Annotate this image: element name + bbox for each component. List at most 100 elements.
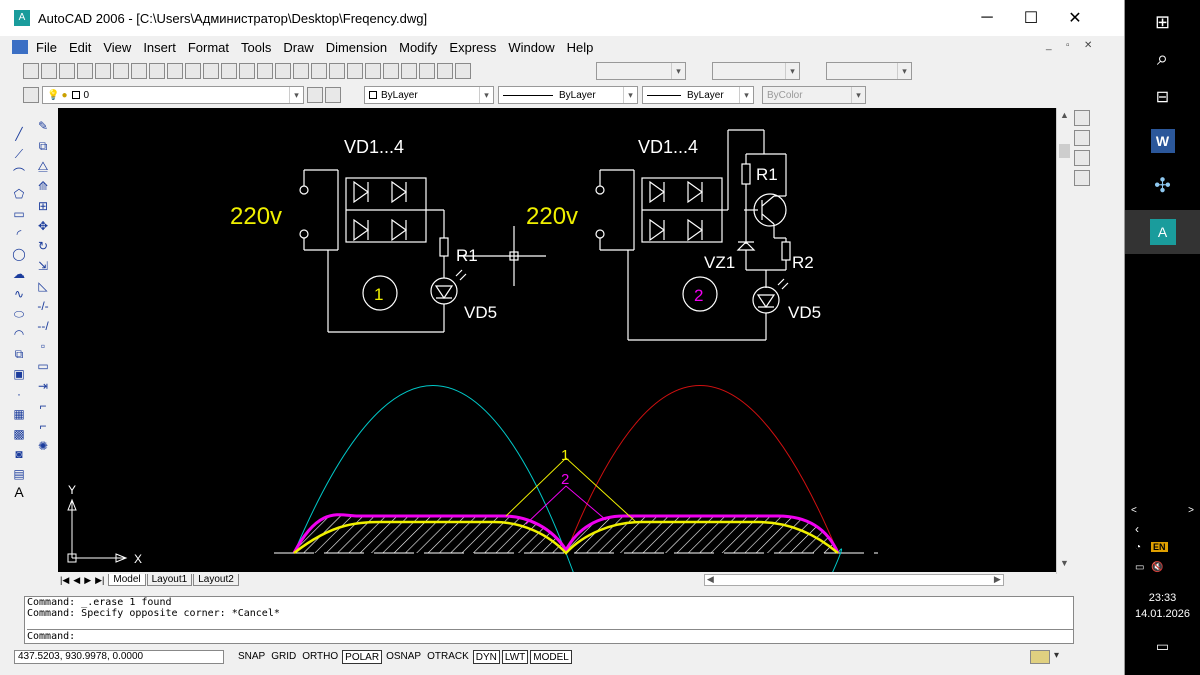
line-icon[interactable]: ╱ <box>10 125 28 143</box>
status-menu-icon[interactable]: ▾ <box>1054 650 1059 661</box>
insert-block-icon[interactable]: ⧉ <box>10 345 28 363</box>
polygon-icon[interactable]: ⬠ <box>10 185 28 203</box>
polar-toggle[interactable]: POLAR <box>342 650 383 664</box>
block-editor-icon[interactable] <box>203 63 219 79</box>
sheet-set-icon[interactable] <box>383 63 399 79</box>
markup-icon[interactable] <box>401 63 417 79</box>
menu-modify[interactable]: Modify <box>393 40 443 55</box>
tool-palettes-icon[interactable] <box>365 63 381 79</box>
ellipse-icon[interactable]: ⬭ <box>10 305 28 323</box>
chamfer-icon[interactable]: ⌐ <box>34 397 52 415</box>
battery-icon[interactable]: ▭ <box>1135 562 1144 573</box>
color-combo[interactable]: ByLayer ▾ <box>364 86 494 104</box>
wifi-icon[interactable]: ◔ <box>1135 542 1141 553</box>
start-icon[interactable]: ⊞ <box>1125 10 1200 34</box>
scale-icon[interactable]: ⇲ <box>34 257 52 275</box>
dyn-toggle[interactable]: DYN <box>472 650 500 664</box>
tab-layout1[interactable]: Layout1 <box>146 574 193 586</box>
explode-icon[interactable]: ✺ <box>34 437 52 455</box>
layer-previous-icon[interactable] <box>325 87 341 103</box>
join-icon[interactable]: ⇥ <box>34 377 52 395</box>
tab-model[interactable]: Model <box>108 574 146 586</box>
tab-nav-first-icon[interactable]: |◀ <box>60 575 69 586</box>
view-icon-4[interactable] <box>1074 170 1090 186</box>
undo-icon[interactable] <box>221 63 237 79</box>
search-icon[interactable]: ⌕ <box>1125 44 1200 74</box>
redo-icon[interactable] <box>239 63 255 79</box>
osnap-toggle[interactable]: OSNAP <box>384 650 423 664</box>
table-icon[interactable]: ▤ <box>10 465 28 483</box>
document-icon[interactable] <box>12 40 28 54</box>
stretch-icon[interactable]: ◺ <box>34 277 52 295</box>
clock-time[interactable]: 23:33 <box>1125 592 1200 604</box>
ellipse-arc-icon[interactable]: ◠ <box>10 325 28 343</box>
rotate-icon[interactable]: ↻ <box>34 237 52 255</box>
calculator-icon[interactable] <box>419 63 435 79</box>
offset-icon[interactable]: ⟰ <box>34 177 52 195</box>
menu-edit[interactable]: Edit <box>63 40 97 55</box>
new-icon[interactable] <box>23 63 39 79</box>
revision-cloud-icon[interactable]: ☁ <box>10 265 28 283</box>
rectangle-icon[interactable]: ▭ <box>10 205 28 223</box>
menu-file[interactable]: File <box>30 40 63 55</box>
doc-minimize-button[interactable]: _ <box>1046 40 1052 51</box>
doc-restore-button[interactable]: ▫ <box>1066 40 1070 51</box>
grid-toggle[interactable]: GRID <box>269 650 298 664</box>
hscroll-right-icon[interactable]: ▶ <box>994 574 1001 585</box>
model-toggle[interactable]: MODEL <box>530 650 572 664</box>
construction-line-icon[interactable]: ⟋ <box>10 145 28 163</box>
tab-nav-prev-icon[interactable]: ◀ <box>73 575 80 586</box>
tray-scroll[interactable]: < > <box>1125 502 1200 518</box>
open-icon[interactable] <box>41 63 57 79</box>
menu-view[interactable]: View <box>97 40 137 55</box>
copy-object-icon[interactable]: ⧉ <box>34 137 52 155</box>
zoom-window-icon[interactable] <box>293 63 309 79</box>
gradient-icon[interactable]: ▩ <box>10 425 28 443</box>
pan-icon[interactable] <box>257 63 273 79</box>
region-icon[interactable]: ◙ <box>10 445 28 463</box>
tray-chevron-icon[interactable]: ‹ <box>1135 522 1139 536</box>
tray-left-icon[interactable]: < <box>1131 505 1137 516</box>
text-style-combo[interactable]: ▾ <box>596 62 686 80</box>
plotstyle-combo[interactable]: ByColor ▾ <box>762 86 866 104</box>
linetype-combo[interactable]: ByLayer ▾ <box>498 86 638 104</box>
erase-icon[interactable]: ✎ <box>34 117 52 135</box>
menu-draw[interactable]: Draw <box>277 40 319 55</box>
design-center-icon[interactable] <box>347 63 363 79</box>
copy-icon[interactable] <box>149 63 165 79</box>
tab-nav-next-icon[interactable]: ▶ <box>84 575 91 586</box>
plot-icon[interactable] <box>77 63 93 79</box>
horizontal-scrollbar[interactable]: ◀ ▶ <box>703 574 1004 586</box>
table-style-combo[interactable]: ▾ <box>826 62 912 80</box>
word-icon[interactable]: W <box>1125 126 1200 156</box>
break-icon[interactable]: ▭ <box>34 357 52 375</box>
lineweight-combo[interactable]: ByLayer ▾ <box>642 86 754 104</box>
clock-date[interactable]: 14.01.2026 <box>1125 608 1200 620</box>
save-icon[interactable] <box>59 63 75 79</box>
atom-app-icon[interactable]: ✣ <box>1125 170 1200 200</box>
point-icon[interactable]: · <box>10 385 28 403</box>
publish-icon[interactable] <box>113 63 129 79</box>
hscroll-left-icon[interactable]: ◀ <box>707 574 714 585</box>
make-block-icon[interactable]: ▣ <box>10 365 28 383</box>
layer-manager-icon[interactable] <box>23 87 39 103</box>
command-prompt[interactable]: Command: <box>27 629 1073 642</box>
drawing-canvas[interactable]: VD1...4 220v R1 VD5 1 VD1...4 220v R1 R2… <box>58 108 1056 579</box>
help-icon[interactable] <box>437 63 453 79</box>
volume-muted-icon[interactable]: 🔇 <box>1151 562 1163 573</box>
doc-close-button[interactable]: ✕ <box>1084 40 1092 51</box>
menu-insert[interactable]: Insert <box>137 40 182 55</box>
extend-icon[interactable]: --/ <box>34 317 52 335</box>
polyline-icon[interactable]: ⌒ <box>10 165 28 183</box>
properties-icon[interactable] <box>329 63 345 79</box>
lock-toolbar-icon[interactable] <box>1030 650 1050 664</box>
autocad-taskbar-icon[interactable]: A <box>1125 210 1200 254</box>
lwt-toggle[interactable]: LWT <box>501 650 529 664</box>
arc-icon[interactable]: ◜ <box>10 225 28 243</box>
hatch-icon[interactable]: ▦ <box>10 405 28 423</box>
scroll-down-icon[interactable]: ▼ <box>1060 558 1069 568</box>
menu-express[interactable]: Express <box>443 40 502 55</box>
cut-icon[interactable] <box>131 63 147 79</box>
text-style-icon[interactable] <box>455 63 471 79</box>
scroll-up-icon[interactable]: ▲ <box>1060 110 1069 120</box>
